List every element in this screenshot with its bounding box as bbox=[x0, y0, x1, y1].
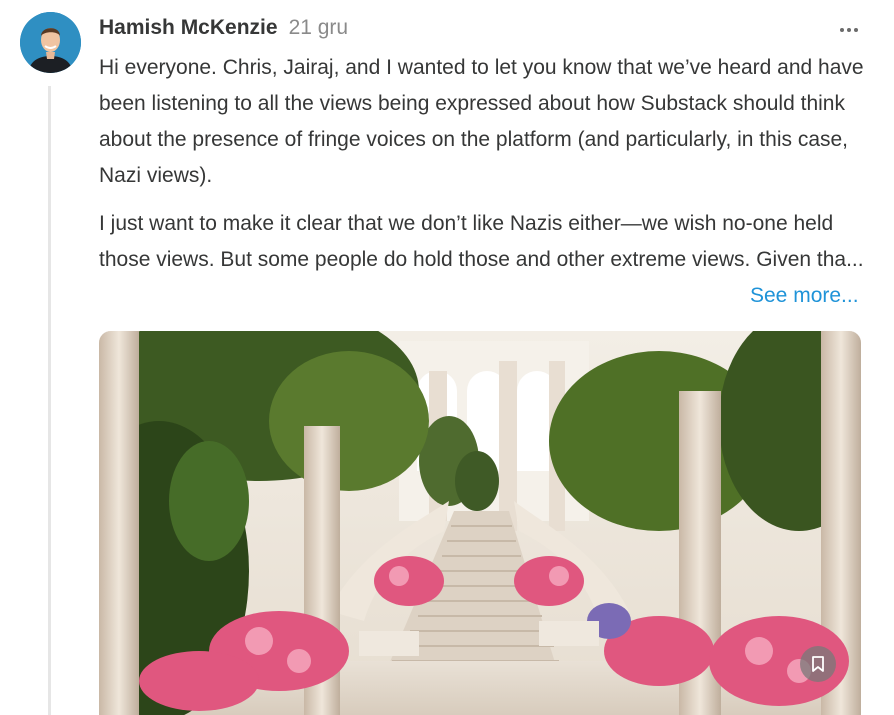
post-body: Hi everyone. Chris, Jairaj, and I wanted… bbox=[99, 50, 879, 290]
post-header: Hamish McKenzie 21 gru bbox=[99, 16, 348, 48]
avatar[interactable] bbox=[20, 12, 81, 73]
post-image[interactable] bbox=[99, 331, 861, 715]
see-more-link[interactable]: See more... bbox=[750, 278, 859, 314]
more-dot bbox=[847, 28, 851, 32]
post-paragraph-2: I just want to make it clear that we don… bbox=[99, 212, 864, 271]
more-options-button[interactable] bbox=[834, 18, 864, 42]
thread-line bbox=[48, 86, 51, 715]
bookmark-button[interactable] bbox=[800, 646, 836, 682]
author-name[interactable]: Hamish McKenzie bbox=[99, 16, 278, 40]
avatar-portrait bbox=[20, 12, 81, 73]
post-image-illustration bbox=[99, 331, 861, 715]
post-date[interactable]: 21 gru bbox=[289, 16, 349, 40]
more-horizontal-icon bbox=[840, 28, 844, 32]
more-dot bbox=[854, 28, 858, 32]
bookmark-icon bbox=[812, 656, 824, 672]
post-paragraph-1: Hi everyone. Chris, Jairaj, and I wanted… bbox=[99, 56, 864, 187]
